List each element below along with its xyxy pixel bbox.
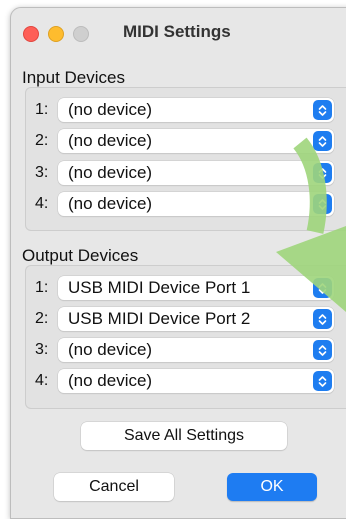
output-row-number: 1: xyxy=(35,279,49,296)
chevron-up-down-icon xyxy=(313,371,332,391)
input-row-number: 3: xyxy=(35,164,49,181)
close-button[interactable] xyxy=(23,26,39,42)
select-value: (no device) xyxy=(68,194,153,213)
title-bar: MIDI Settings xyxy=(11,8,346,54)
select-value: USB MIDI Device Port 2 xyxy=(68,309,251,328)
minimize-button[interactable] xyxy=(48,26,64,42)
chevron-up-down-icon xyxy=(313,163,332,183)
output-row-4: 4: xyxy=(35,369,59,393)
select-value: USB MIDI Device Port 1 xyxy=(68,278,251,297)
output-devices-label: Output Devices xyxy=(22,246,139,265)
input-row-4: 4: xyxy=(35,192,59,216)
ok-button[interactable]: OK xyxy=(227,473,317,501)
output-device-2-select[interactable]: USB MIDI Device Port 2 xyxy=(58,307,334,331)
input-device-3-select[interactable]: (no device) xyxy=(58,161,334,185)
chevron-up-down-icon xyxy=(313,278,332,298)
save-all-settings-button[interactable]: Save All Settings xyxy=(81,422,287,450)
select-value: (no device) xyxy=(68,163,153,182)
zoom-button[interactable] xyxy=(73,26,89,42)
output-row-3: 3: xyxy=(35,338,59,362)
output-device-3-select[interactable]: (no device) xyxy=(58,338,334,362)
chevron-up-down-icon xyxy=(313,100,332,120)
input-row-1: 1: xyxy=(35,98,59,122)
input-row-number: 2: xyxy=(35,132,49,149)
select-value: (no device) xyxy=(68,100,153,119)
input-row-number: 4: xyxy=(35,195,49,212)
input-row-3: 3: xyxy=(35,161,59,185)
output-row-2: 2: xyxy=(35,307,59,331)
output-row-number: 3: xyxy=(35,341,49,358)
chevron-up-down-icon xyxy=(313,131,332,151)
chevron-up-down-icon xyxy=(313,194,332,214)
output-device-4-select[interactable]: (no device) xyxy=(58,369,334,393)
select-value: (no device) xyxy=(68,371,153,390)
chevron-up-down-icon xyxy=(313,309,332,329)
output-device-1-select[interactable]: USB MIDI Device Port 1 xyxy=(58,276,334,300)
cancel-button[interactable]: Cancel xyxy=(54,473,174,501)
input-device-2-select[interactable]: (no device) xyxy=(58,129,334,153)
input-row-2: 2: xyxy=(35,129,59,153)
input-devices-label: Input Devices xyxy=(22,68,125,87)
select-value: (no device) xyxy=(68,131,153,150)
output-row-1: 1: xyxy=(35,276,59,300)
output-row-number: 2: xyxy=(35,310,49,327)
chevron-up-down-icon xyxy=(313,340,332,360)
input-device-4-select[interactable]: (no device) xyxy=(58,192,334,216)
window-title: MIDI Settings xyxy=(123,22,231,41)
output-row-number: 4: xyxy=(35,372,49,389)
select-value: (no device) xyxy=(68,340,153,359)
input-device-1-select[interactable]: (no device) xyxy=(58,98,334,122)
midi-settings-window: MIDI Settings Input Devices 1: (no devic… xyxy=(10,7,346,519)
input-row-number: 1: xyxy=(35,101,49,118)
